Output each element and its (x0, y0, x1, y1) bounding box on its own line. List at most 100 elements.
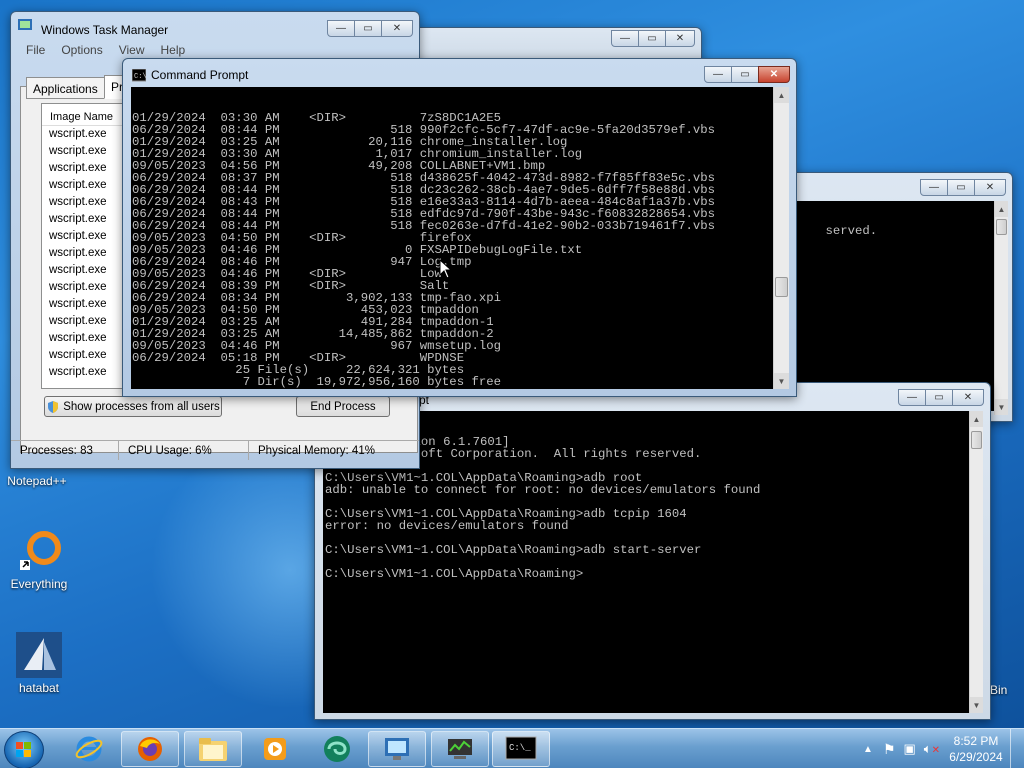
scroll-up-arrow[interactable]: ▲ (774, 87, 789, 103)
console-text: served. (825, 224, 878, 238)
title-bar[interactable]: C:\ Command Prompt (123, 59, 796, 85)
desktop-icon-hatabat[interactable]: hatabat (6, 630, 72, 695)
minimize-button[interactable]: — (898, 389, 926, 406)
vertical-scrollbar[interactable]: ▲ ▼ (994, 201, 1008, 415)
close-button[interactable]: ✕ (952, 389, 984, 406)
window-controls: — ▭ ✕ (327, 20, 413, 37)
maximize-button[interactable]: ▭ (354, 20, 382, 37)
tab-applications[interactable]: Applications (26, 77, 105, 99)
scroll-up-arrow[interactable]: ▲ (970, 411, 983, 427)
status-processes: Processes: 83 (11, 441, 119, 460)
maximize-button[interactable]: ▭ (638, 30, 666, 47)
minimize-button[interactable]: — (327, 20, 355, 37)
start-button[interactable] (4, 731, 44, 768)
menu-view[interactable]: View (119, 43, 145, 57)
desktop-icon-everything[interactable]: Everything (6, 528, 72, 591)
action-center-flag-icon[interactable]: ⚑ (883, 741, 896, 758)
console-output[interactable]: served. (794, 201, 994, 411)
console-line: C:\Users\VM1~1.COL\AppData\Roaming>adb s… (325, 543, 702, 557)
console-output[interactable]: 01/29/2024 03:30 AM <DIR> 7zS8DC1A2E5 06/… (131, 87, 773, 389)
media-player-icon (264, 738, 286, 760)
maximize-button[interactable]: ▭ (731, 66, 759, 83)
maximize-button[interactable]: ▭ (947, 179, 975, 196)
console-line: error: no devices/emulators found (325, 519, 569, 533)
menu-bar: File Options View Help (26, 43, 185, 57)
scroll-up-arrow[interactable]: ▲ (995, 201, 1008, 217)
minimize-button[interactable]: — (920, 179, 948, 196)
scroll-thumb[interactable] (775, 277, 788, 297)
taskbar-app-swirl[interactable] (308, 731, 366, 767)
network-monitor-icon (448, 739, 472, 759)
everything-icon (20, 531, 61, 570)
taskbar-task-manager[interactable] (368, 731, 426, 767)
window-title: Command Prompt (151, 68, 249, 82)
taskbar-command-prompt[interactable]: C:\_ (492, 731, 550, 767)
menu-file[interactable]: File (26, 43, 45, 57)
console-line: adb: unable to connect for root: no devi… (325, 483, 761, 497)
show-hidden-icons-icon[interactable]: ▲ (863, 744, 873, 755)
taskbar-network-tool[interactable] (431, 731, 489, 767)
window-controls: — ▭ ✕ (920, 179, 1006, 196)
window-title: Windows Task Manager (41, 23, 169, 37)
minimize-button[interactable]: — (611, 30, 639, 47)
desktop-icon-label: hatabat (18, 681, 60, 695)
cmd-window-main[interactable]: C:\ Command Prompt — ▭ ✕ 01/29/2024 03:3… (122, 58, 797, 397)
mouse-pointer-icon (439, 259, 453, 279)
vertical-scrollbar[interactable]: ▲ ▼ (969, 411, 983, 713)
internet-explorer-icon (75, 736, 103, 762)
svg-text:C:\_: C:\_ (509, 743, 531, 753)
scroll-thumb[interactable] (971, 431, 982, 449)
scroll-down-arrow[interactable]: ▼ (995, 399, 1008, 415)
desktop-icon-label: Everything (10, 577, 68, 591)
scroll-thumb[interactable] (996, 219, 1007, 235)
scroll-down-arrow[interactable]: ▼ (970, 697, 983, 713)
taskbar-file-explorer[interactable] (184, 731, 242, 767)
folder-icon (199, 738, 227, 761)
svg-text:C:\: C:\ (134, 73, 146, 81)
show-desktop-button[interactable] (1010, 729, 1024, 768)
volume-muted-icon[interactable]: 🔈︎✕ (924, 741, 940, 757)
console-lines: 01/29/2024 03:30 AM <DIR> 7zS8DC1A2E5 06/… (132, 112, 773, 389)
taskbar-internet-explorer[interactable] (60, 731, 118, 767)
close-button[interactable]: ✕ (758, 66, 790, 83)
clock-date: 6/29/2024 (949, 750, 1003, 764)
maximize-button[interactable]: ▭ (925, 389, 953, 406)
button-label: End Process (310, 400, 376, 413)
console-line: 7 Dir(s) 19,972,956,160 bytes free (132, 375, 501, 389)
status-memory: Physical Memory: 41% (258, 445, 375, 457)
task-manager-icon (385, 738, 409, 760)
minimize-button[interactable]: — (704, 66, 732, 83)
taskbar-firefox[interactable] (121, 731, 179, 767)
hatabat-icon (16, 632, 62, 678)
window-controls: — ▭ ✕ (611, 30, 695, 47)
vertical-scrollbar[interactable]: ▲ ▼ (773, 87, 789, 389)
command-prompt-icon: C:\ (132, 69, 146, 82)
scroll-down-arrow[interactable]: ▼ (774, 373, 789, 389)
taskbar: C:\_ ▲ ⚑ ▣ 🔈︎✕ 8:52 PM 6/29/2024 (0, 728, 1024, 768)
desktop-icon-label: Notepad++ (7, 474, 67, 488)
taskbar-media-player[interactable] (246, 731, 304, 767)
network-icon[interactable]: ▣ (904, 741, 916, 757)
status-bar: Processes: 83 CPU Usage: 6% Physical Mem… (11, 440, 419, 460)
console-line: C:\Users\VM1~1.COL\AppData\Roaming> (325, 567, 584, 581)
desktop-icon-notepadpp[interactable]: Notepad++ (4, 474, 70, 488)
show-all-processes-button[interactable]: Show processes from all users (44, 396, 222, 417)
system-tray: ▲ ⚑ ▣ 🔈︎✕ 8:52 PM 6/29/2024 (863, 729, 1024, 768)
button-label: Show processes from all users (63, 400, 220, 413)
close-button[interactable]: ✕ (665, 30, 695, 47)
clock[interactable]: 8:52 PM 6/29/2024 (942, 733, 1010, 765)
console-lines: indows [Version 6.1.7601]) 2009 Microsof… (325, 436, 969, 580)
status-cpu: CPU Usage: 6% (119, 441, 249, 460)
end-process-button[interactable]: End Process (296, 396, 390, 417)
task-manager-icon (18, 19, 32, 30)
swirl-app-icon (324, 736, 350, 762)
close-button[interactable]: ✕ (974, 179, 1006, 196)
menu-options[interactable]: Options (61, 43, 102, 57)
close-button[interactable]: ✕ (381, 20, 413, 37)
menu-help[interactable]: Help (161, 43, 186, 57)
shield-icon (48, 400, 59, 413)
desktop-edge-label: Bin (990, 683, 1008, 697)
window-controls: — ▭ ✕ (898, 389, 984, 406)
command-prompt-icon: C:\_ (505, 736, 537, 760)
clock-time: 8:52 PM (953, 734, 999, 748)
